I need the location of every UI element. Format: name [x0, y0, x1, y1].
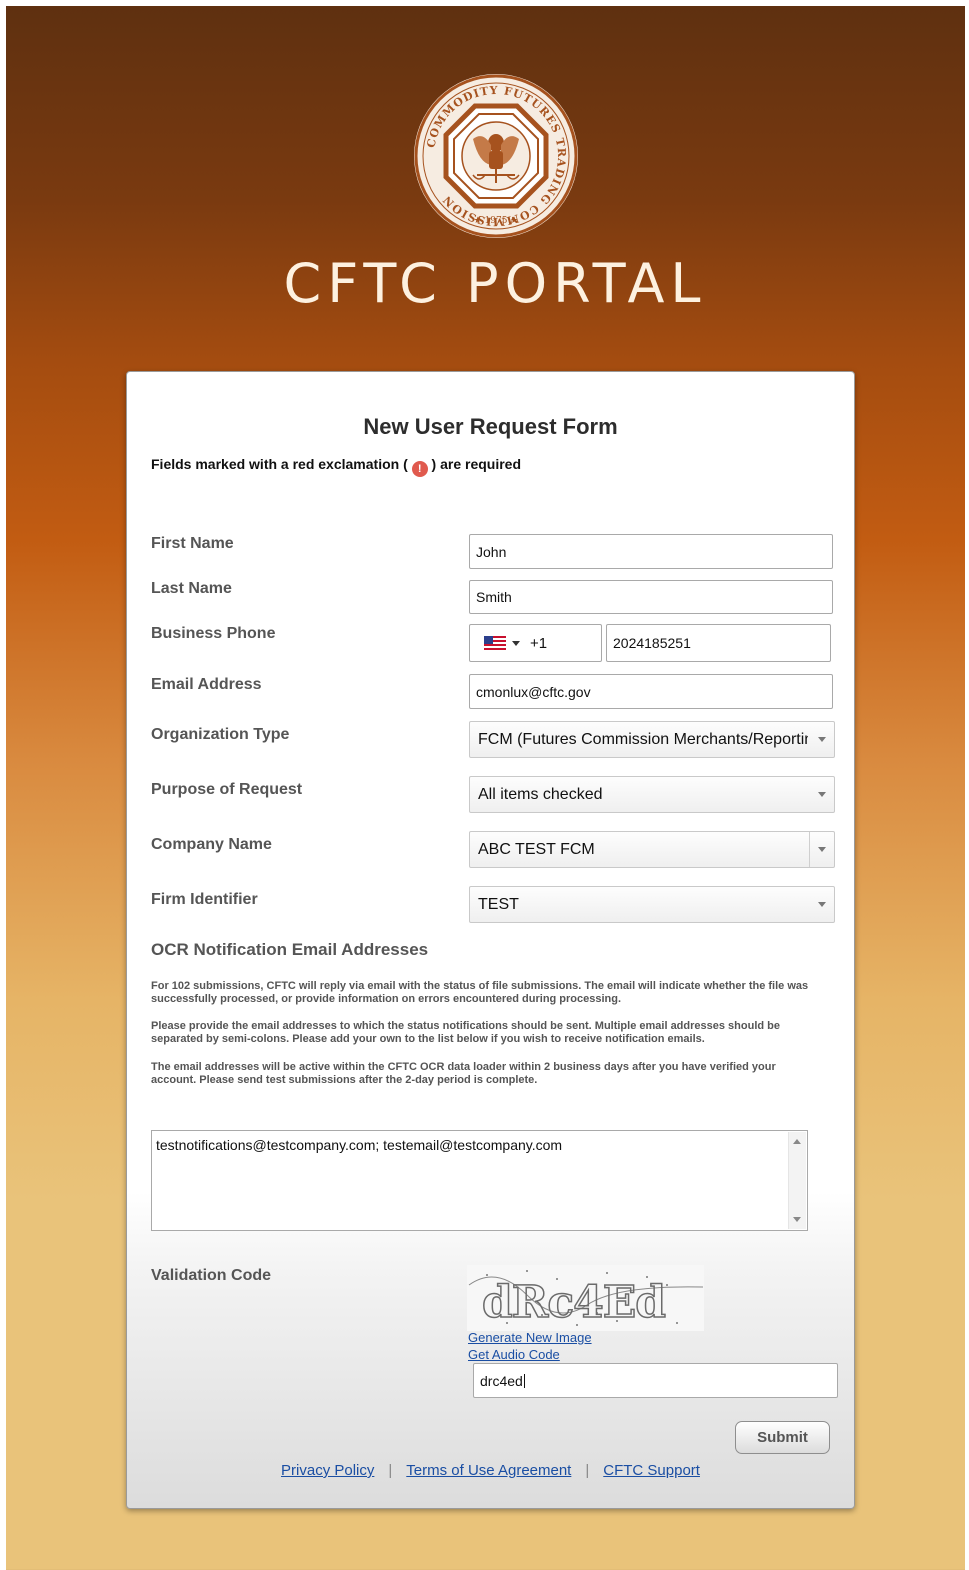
privacy-policy-link[interactable]: Privacy Policy [281, 1462, 374, 1479]
company-name-label: Company Name [151, 836, 272, 853]
window-frame-left [0, 0, 6, 1570]
chevron-down-icon [818, 901, 826, 907]
footer-links: Privacy Policy | Terms of Use Agreement | CF… [127, 1462, 854, 1479]
ocr-paragraph-2: Please provide the email addresses to wh… [151, 1020, 780, 1045]
country-code-value: +1 [530, 634, 548, 652]
chevron-down-icon [818, 846, 826, 852]
validation-code-value: drc4ed [480, 1372, 523, 1389]
purpose-value: All items checked [478, 785, 603, 803]
ocr-paragraph-3: The email addresses will be active withi… [151, 1061, 776, 1086]
cftc-seal-logo: COMMODITY FUTURES TRADING COMMISSION ★ 1… [414, 74, 578, 238]
cftc-support-link[interactable]: CFTC Support [603, 1462, 700, 1479]
organization-type-select[interactable]: FCM (Futures Commission Merchants/Report… [469, 721, 835, 758]
organization-type-label: Organization Type [151, 726, 290, 743]
first-name-value: John [476, 543, 507, 560]
country-code-selector[interactable]: +1 [469, 624, 602, 662]
last-name-input[interactable]: Smith [469, 580, 833, 614]
scroll-down-icon[interactable] [793, 1217, 801, 1222]
new-user-form-card: New User Request Form Fields marked with… [126, 371, 855, 1509]
purpose-label: Purpose of Request [151, 781, 303, 798]
company-name-value: ABC TEST FCM [478, 840, 595, 858]
firm-identifier-select[interactable]: TEST [469, 886, 835, 923]
window-frame-right [965, 0, 969, 1570]
portal-title: CFTC PORTAL [283, 252, 707, 315]
chevron-down-icon [818, 736, 826, 742]
ocr-section-title: OCR Notification Email Addresses [151, 940, 429, 959]
purpose-select[interactable]: All items checked [469, 776, 835, 813]
email-label: Email Address [151, 676, 262, 693]
last-name-value: Smith [476, 589, 512, 605]
required-note-suffix: ) are required [431, 456, 522, 472]
last-name-label: Last Name [151, 580, 232, 597]
validation-code-input[interactable]: drc4ed [473, 1363, 838, 1398]
required-exclamation-icon: ! [411, 461, 428, 477]
phone-number-value: 2024185251 [613, 635, 691, 651]
combo-separator [809, 832, 810, 867]
first-name-input[interactable]: John [469, 534, 833, 569]
window-frame-top [0, 0, 969, 6]
email-input[interactable]: cmonlux@cftc.gov [469, 674, 833, 709]
required-fields-note: Fields marked with a red exclamation ( !… [151, 456, 521, 477]
us-flag-icon [484, 636, 506, 650]
business-phone-label: Business Phone [151, 625, 276, 642]
validation-code-label: Validation Code [151, 1267, 272, 1284]
firm-identifier-value: TEST [478, 895, 519, 913]
footer-separator: | [585, 1462, 590, 1479]
submit-button[interactable]: Submit [735, 1421, 830, 1454]
company-name-select[interactable]: ABC TEST FCM [469, 831, 835, 868]
firm-identifier-label: Firm Identifier [151, 891, 258, 908]
footer-separator: | [388, 1462, 393, 1479]
scroll-up-icon[interactable] [793, 1139, 801, 1144]
first-name-label: First Name [151, 535, 234, 552]
notification-emails-value: testnotifications@testcompany.com; teste… [156, 1137, 563, 1153]
form-title: New User Request Form [363, 414, 618, 439]
required-note-prefix: Fields marked with a red exclamation ( [151, 456, 408, 472]
svg-text:★ 1975 ★: ★ 1975 ★ [474, 216, 519, 226]
get-audio-code-link[interactable]: Get Audio Code [468, 1347, 560, 1362]
chevron-down-icon [818, 791, 826, 797]
chevron-down-icon [512, 640, 520, 646]
captcha-text: dRc4Ed [482, 1277, 665, 1328]
phone-number-input[interactable]: 2024185251 [606, 624, 831, 662]
notification-emails-textarea[interactable]: testnotifications@testcompany.com; teste… [151, 1130, 808, 1231]
text-cursor [523, 1373, 525, 1388]
organization-type-value: FCM (Futures Commission Merchants/Report… [478, 730, 808, 748]
email-value: cmonlux@cftc.gov [476, 683, 591, 700]
textarea-scrollbar[interactable] [788, 1132, 806, 1229]
ocr-paragraph-1: For 102 submissions, CFTC will reply via… [151, 980, 809, 1005]
captcha-image: dRc4Ed [467, 1265, 704, 1331]
generate-new-image-link[interactable]: Generate New Image [468, 1330, 592, 1345]
terms-of-use-link[interactable]: Terms of Use Agreement [406, 1462, 571, 1479]
